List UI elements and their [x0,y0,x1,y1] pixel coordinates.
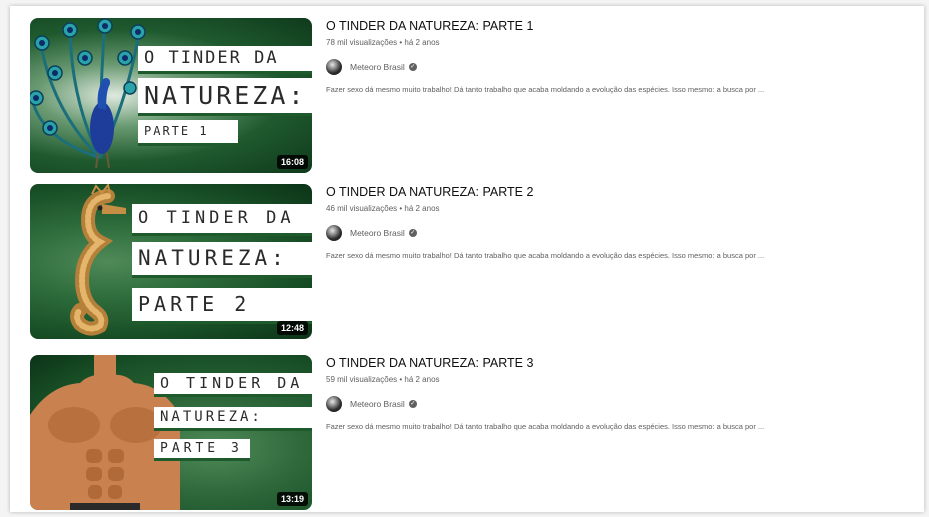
thumbnail-text-line-2: NATUREZA: [132,242,312,278]
thumbnail-text-line-1: O TINDER DA [132,204,312,236]
thumbnail-text-line-1: O TINDER DA [154,373,312,397]
video-list-panel: O TINDER DA NATUREZA: PARTE 1 16:08 O TI… [10,6,924,512]
channel-row[interactable]: Meteoro Brasil ✓ [326,59,896,75]
channel-row[interactable]: Meteoro Brasil ✓ [326,396,896,412]
channel-name[interactable]: Meteoro Brasil [350,399,405,409]
thumbnail-text-line-1: O TINDER DA [138,46,312,74]
video-title[interactable]: O TINDER DA NATUREZA: PARTE 3 [326,356,896,370]
video-item-1[interactable]: O TINDER DA NATUREZA: PARTE 1 16:08 O TI… [30,18,910,173]
video-item-2[interactable]: O TINDER DA NATUREZA: PARTE 2 12:48 O TI… [30,184,910,339]
video-thumbnail-3[interactable]: O TINDER DA NATUREZA: PARTE 3 13:19 [30,355,312,510]
thumbnail-text-line-2: NATUREZA: [138,78,312,116]
video-meta: 78 mil visualizações • há 2 anos [326,38,440,47]
video-meta: 59 mil visualizações • há 2 anos [326,375,440,384]
channel-avatar[interactable] [326,396,342,412]
video-description: Fazer sexo dá mesmo muito trabalho! Dá t… [326,251,765,260]
thumbnail-text-line-3: PARTE 3 [154,439,250,461]
verified-check-icon: ✓ [408,229,417,237]
video-info-1: O TINDER DA NATUREZA: PARTE 1 78 mil vis… [326,18,896,94]
duration-badge: 16:08 [276,155,308,169]
video-title[interactable]: O TINDER DA NATUREZA: PARTE 1 [326,19,896,33]
duration-badge: 12:48 [276,321,308,335]
verified-check-icon: ✓ [408,400,417,408]
channel-row[interactable]: Meteoro Brasil ✓ [326,225,896,241]
video-meta: 46 mil visualizações • há 2 anos [326,204,440,213]
video-info-3: O TINDER DA NATUREZA: PARTE 3 59 mil vis… [326,355,896,431]
verified-check-icon: ✓ [408,63,417,71]
channel-avatar[interactable] [326,59,342,75]
channel-name[interactable]: Meteoro Brasil [350,228,405,238]
video-item-3[interactable]: O TINDER DA NATUREZA: PARTE 3 13:19 O TI… [30,355,910,510]
video-thumbnail-2[interactable]: O TINDER DA NATUREZA: PARTE 2 12:48 [30,184,312,339]
thumbnail-text-line-3: PARTE 1 [138,120,238,146]
video-title[interactable]: O TINDER DA NATUREZA: PARTE 2 [326,185,896,199]
video-info-2: O TINDER DA NATUREZA: PARTE 2 46 mil vis… [326,184,896,260]
thumbnail-text-line-2: NATUREZA: [154,407,312,431]
thumbnail-text-line-3: PARTE 2 [132,288,312,324]
channel-avatar[interactable] [326,225,342,241]
channel-name[interactable]: Meteoro Brasil [350,62,405,72]
duration-badge: 13:19 [276,492,308,506]
video-description: Fazer sexo dá mesmo muito trabalho! Dá t… [326,422,765,431]
video-description: Fazer sexo dá mesmo muito trabalho! Dá t… [326,85,765,94]
video-thumbnail-1[interactable]: O TINDER DA NATUREZA: PARTE 1 16:08 [30,18,312,173]
